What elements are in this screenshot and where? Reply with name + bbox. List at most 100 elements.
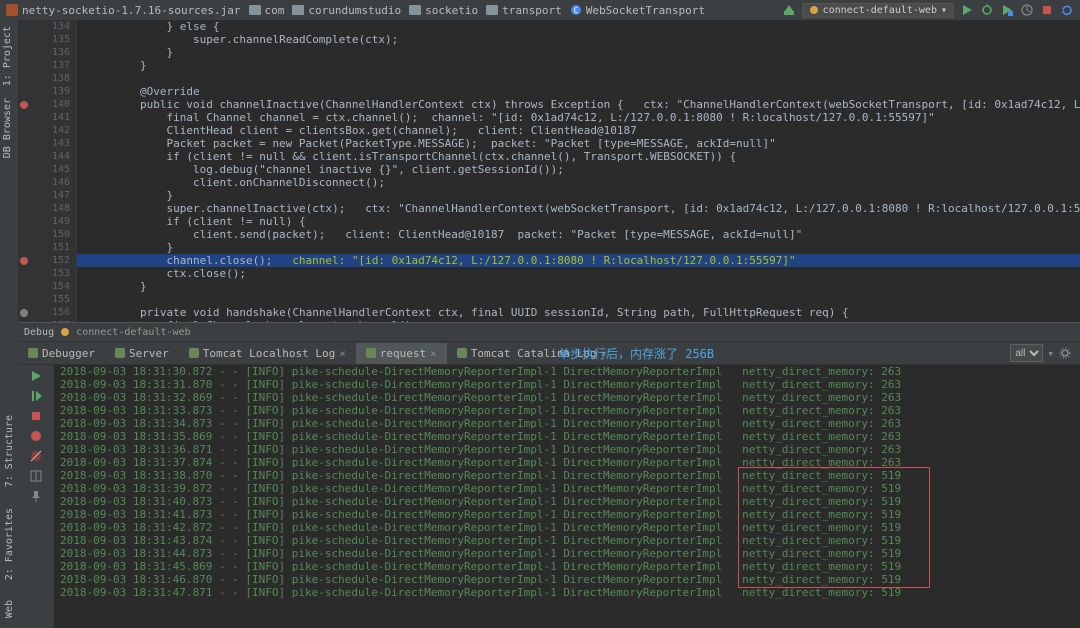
toolbar-right: connect-default-web▾ [782, 3, 1074, 18]
log-line: 2018-09-03 18:31:34.873 - - [INFO] pike-… [54, 417, 1080, 430]
log-filter: all ▾ [1010, 344, 1072, 362]
log-line: 2018-09-03 18:31:46.870 - - [INFO] pike-… [54, 573, 1080, 586]
log-line: 2018-09-03 18:31:32.869 - - [INFO] pike-… [54, 391, 1080, 404]
stop-button[interactable] [1040, 3, 1054, 17]
log-line: 2018-09-03 18:31:42.872 - - [INFO] pike-… [54, 521, 1080, 534]
folder-icon [292, 4, 304, 16]
code-line[interactable]: super.channelInactive(ctx); ctx: "Channe… [77, 202, 1080, 215]
breadcrumb-item[interactable]: socketio [409, 4, 478, 17]
mute-bp-icon[interactable] [29, 449, 43, 463]
log-line: 2018-09-03 18:31:30.872 - - [INFO] pike-… [54, 365, 1080, 378]
log-line: 2018-09-03 18:31:38.870 - - [INFO] pike-… [54, 469, 1080, 482]
code-line[interactable]: } [77, 46, 1080, 59]
log-line: 2018-09-03 18:31:43.874 - - [INFO] pike-… [54, 534, 1080, 547]
code-line[interactable]: } [77, 189, 1080, 202]
debug-header[interactable]: Debug connect-default-web [18, 323, 1080, 342]
breakpoints-icon[interactable] [29, 429, 43, 443]
line-gutter[interactable]: 1341351361371381391401411421431441451461… [18, 20, 77, 322]
folder-icon [249, 4, 261, 16]
code-line[interactable]: public void channelInactive(ChannelHandl… [77, 98, 1080, 111]
tab-db-browser[interactable]: DB Browser [0, 92, 15, 164]
tab-favorites[interactable]: 2: Favorites [2, 502, 17, 586]
breadcrumb-item[interactable]: corundumstudio [292, 4, 401, 17]
jar-icon [6, 4, 18, 16]
log-line: 2018-09-03 18:31:47.871 - - [INFO] pike-… [54, 586, 1080, 599]
debug-tabs: DebuggerServerTomcat Localhost Log ×requ… [18, 342, 1080, 365]
debug-title: Debug [24, 327, 54, 338]
code-line[interactable]: } [77, 241, 1080, 254]
log-line: 2018-09-03 18:31:36.871 - - [INFO] pike-… [54, 443, 1080, 456]
breadcrumb-item[interactable]: netty-socketio-1.7.16-sources.jar [6, 4, 241, 17]
tab-project[interactable]: 1: Project [0, 20, 15, 92]
navigation-bar: netty-socketio-1.7.16-sources.jar com co… [0, 0, 1080, 21]
profile-button[interactable] [1020, 3, 1034, 17]
folder-icon [409, 4, 421, 16]
code-line[interactable]: private void handshake(ChannelHandlerCon… [77, 306, 1080, 319]
tomcat-icon [60, 327, 70, 337]
breadcrumb-item[interactable]: transport [486, 4, 562, 17]
update-button[interactable] [1060, 3, 1074, 17]
log-line: 2018-09-03 18:31:41.873 - - [INFO] pike-… [54, 508, 1080, 521]
stop-icon[interactable] [29, 409, 43, 423]
log-line: 2018-09-03 18:31:40.873 - - [INFO] pike-… [54, 495, 1080, 508]
tab-web[interactable]: Web [2, 594, 17, 624]
code-line[interactable] [77, 293, 1080, 306]
log-level-select[interactable]: all [1010, 344, 1043, 362]
code-line[interactable]: } [77, 280, 1080, 293]
debug-tab[interactable]: Debugger [18, 343, 105, 364]
log-line: 2018-09-03 18:31:31.870 - - [INFO] pike-… [54, 378, 1080, 391]
folder-icon [486, 4, 498, 16]
code-line[interactable] [77, 72, 1080, 85]
code-line[interactable]: super.channelReadComplete(ctx); [77, 33, 1080, 46]
log-line: 2018-09-03 18:31:39.872 - - [INFO] pike-… [54, 482, 1080, 495]
code-line[interactable]: ctx.close(); [77, 267, 1080, 280]
breadcrumb-item[interactable]: com [249, 4, 285, 17]
code-line[interactable]: channel.close(); channel: "[id: 0x1ad74c… [77, 254, 1080, 267]
chevron-down-icon: ▾ [1047, 347, 1054, 360]
svg-text:C: C [573, 6, 578, 15]
build-icon[interactable] [782, 3, 796, 17]
debug-tab[interactable]: Tomcat Localhost Log × [179, 343, 356, 364]
code-line[interactable]: } else { [77, 20, 1080, 33]
settings-icon[interactable] [1058, 346, 1072, 360]
rerun-icon[interactable] [29, 369, 43, 383]
code-line[interactable]: @Override [77, 85, 1080, 98]
code-line[interactable]: Packet packet = new Packet(PacketType.ME… [77, 137, 1080, 150]
debug-tab[interactable]: request × [356, 343, 447, 364]
code-line[interactable]: ClientHead client = clientsBox.get(chann… [77, 124, 1080, 137]
log-line: 2018-09-03 18:31:44.873 - - [INFO] pike-… [54, 547, 1080, 560]
run-coverage-button[interactable] [1000, 3, 1014, 17]
debug-tab[interactable]: Server [105, 343, 179, 364]
breadcrumb-item[interactable]: CWebSocketTransport [570, 4, 705, 17]
layout-icon[interactable] [29, 469, 43, 483]
log-line: 2018-09-03 18:31:33.873 - - [INFO] pike-… [54, 404, 1080, 417]
log-line: 2018-09-03 18:31:45.869 - - [INFO] pike-… [54, 560, 1080, 573]
code-line[interactable]: if (client != null) { [77, 215, 1080, 228]
log-line: 2018-09-03 18:31:37.874 - - [INFO] pike-… [54, 456, 1080, 469]
left-tool-strip: 1: Project DB Browser 7: Structure 2: Fa… [0, 20, 19, 628]
tomcat-icon [809, 5, 819, 15]
tab-structure[interactable]: 7: Structure [2, 409, 17, 493]
user-annotation: 单步执行后，内存涨了 256B [558, 345, 714, 362]
console-output[interactable]: 2018-09-03 18:31:30.872 - - [INFO] pike-… [54, 365, 1080, 628]
debug-run-name: connect-default-web [76, 327, 190, 338]
resume-icon[interactable] [29, 389, 43, 403]
code-line[interactable]: final Channel channel = ctx.channel(); c… [77, 111, 1080, 124]
pin-icon[interactable] [29, 489, 43, 503]
run-config-dropdown[interactable]: connect-default-web▾ [802, 3, 954, 18]
debug-body: 2018-09-03 18:31:30.872 - - [INFO] pike-… [18, 365, 1080, 628]
class-icon: C [570, 4, 582, 16]
chevron-down-icon: ▾ [941, 5, 947, 16]
code-line[interactable]: } [77, 59, 1080, 72]
debug-toolbar [18, 365, 54, 628]
code-line[interactable]: client.onChannelDisconnect(); [77, 176, 1080, 189]
code-line[interactable]: client.send(packet); client: ClientHead@… [77, 228, 1080, 241]
debug-button[interactable] [980, 3, 994, 17]
log-line: 2018-09-03 18:31:35.869 - - [INFO] pike-… [54, 430, 1080, 443]
code-line[interactable]: log.debug("channel inactive {}", client.… [77, 163, 1080, 176]
code-area[interactable]: } else { super.channelReadComplete(ctx);… [77, 20, 1080, 322]
run-button[interactable] [960, 3, 974, 17]
editor: 1341351361371381391401411421431441451461… [18, 20, 1080, 322]
code-line[interactable]: if (client != null && client.isTransport… [77, 150, 1080, 163]
debug-tool-window: Debug connect-default-web DebuggerServer… [18, 322, 1080, 628]
